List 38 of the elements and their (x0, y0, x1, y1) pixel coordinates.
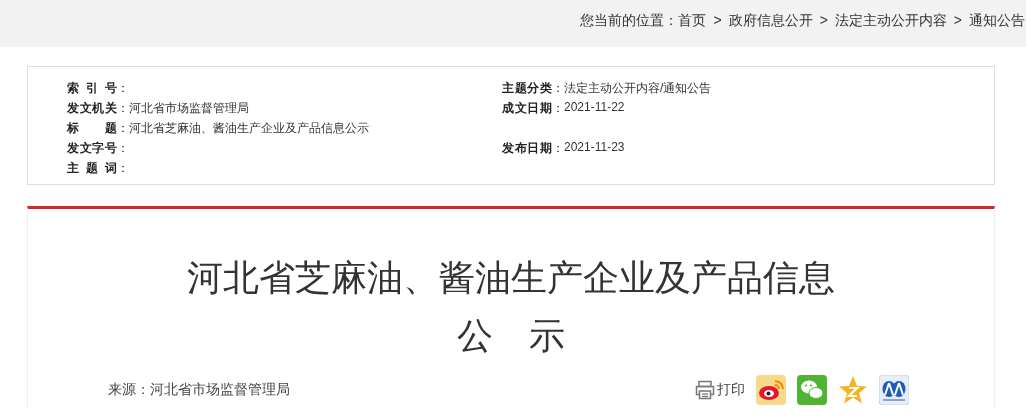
colon-text: ： (117, 139, 129, 157)
breadcrumb-separator: > (818, 12, 829, 30)
field-value: 2021-11-22 (564, 99, 625, 116)
location-label: 您当前的位置： (580, 12, 679, 30)
chat-bubbles-icon[interactable] (797, 375, 827, 405)
people-logo-icon[interactable] (879, 375, 909, 405)
field-label: 成文日期 (502, 99, 552, 117)
breadcrumb-link[interactable]: 首页 (678, 12, 707, 30)
breadcrumb-separator: > (952, 12, 963, 30)
field-label: 标题 (67, 119, 117, 137)
colon-text: ： (552, 99, 564, 117)
breadcrumb-separator: > (712, 12, 723, 30)
field-value: 2021-11-23 (564, 139, 625, 156)
colon-text: ： (117, 119, 129, 137)
article-title: 河北省芝麻油、酱油生产企业及产品信息 (187, 256, 835, 300)
field-value: 河北省芝麻油、酱油生产企业及产品信息公示 (129, 119, 369, 137)
article-title: 公 示 (457, 314, 565, 358)
field-value: 法定主动公开内容/通知公告 (564, 79, 712, 97)
star-icon[interactable] (838, 375, 868, 405)
field-label: 索引号 (67, 79, 117, 97)
field-label: 发文机关 (67, 99, 117, 117)
eye-logo-icon[interactable] (756, 375, 786, 405)
field-label: 主题分类 (502, 79, 552, 97)
field-value: 河北省市场监督管理局 (129, 99, 249, 117)
colon-text: ： (552, 79, 564, 97)
source-text: 来源：河北省市场监督管理局 (108, 381, 291, 399)
field-label: 主题词 (67, 159, 117, 177)
breadcrumb-link[interactable]: 政府信息公开 (728, 12, 813, 30)
breadcrumb-link[interactable]: 通知公告 (969, 12, 1025, 30)
print-button[interactable]: 打印 (695, 380, 745, 400)
colon-text: ： (552, 139, 564, 157)
field-label: 发文字号 (67, 139, 117, 157)
colon-text: ： (117, 159, 129, 177)
breadcrumb-link[interactable]: 法定主动公开内容 (834, 12, 947, 30)
field-label: 发布日期 (502, 139, 552, 157)
printer-icon (695, 380, 715, 400)
colon-text: ： (117, 79, 129, 97)
colon-text: ： (117, 99, 129, 117)
